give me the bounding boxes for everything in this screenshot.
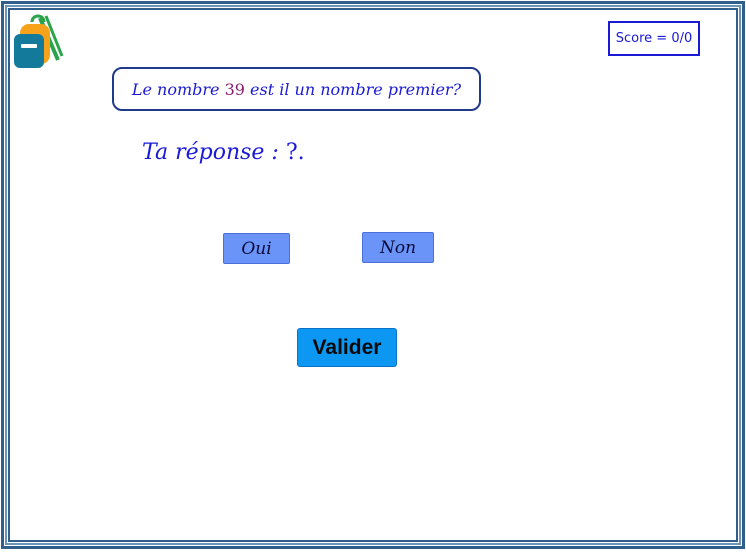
question-box: Le nombre 39 est il un nombre premier? <box>112 67 481 111</box>
question-suffix: est il un nombre premier? <box>244 79 462 99</box>
oui-button[interactable]: Oui <box>223 233 290 264</box>
answer-label: Ta réponse : <box>142 140 279 165</box>
answer-line: Ta réponse : ?. <box>142 140 305 165</box>
non-button-label: Non <box>379 237 417 258</box>
backpack-icon <box>14 14 64 68</box>
question-number: 39 <box>224 79 245 99</box>
oui-button-label: Oui <box>241 238 272 259</box>
score-label: Score = 0/0 <box>615 31 693 46</box>
validate-button-label: Valider <box>312 335 382 359</box>
non-button[interactable]: Non <box>362 232 434 263</box>
validate-button[interactable]: Valider <box>297 328 397 367</box>
score-display: Score = 0/0 <box>608 21 700 56</box>
question-prefix: Le nombre <box>131 79 225 99</box>
answer-value: ?. <box>278 140 305 165</box>
